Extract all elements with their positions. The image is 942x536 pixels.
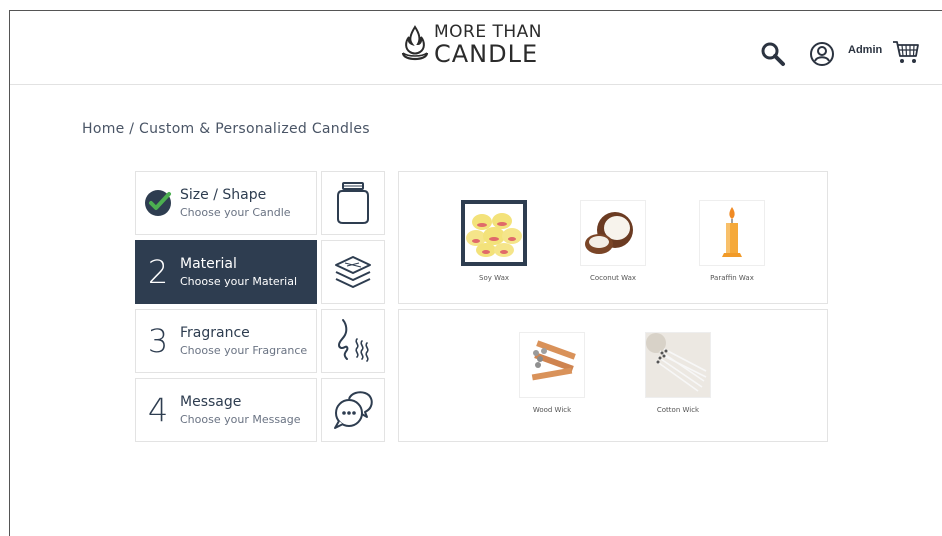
step-subtitle: Choose your Material	[180, 275, 298, 288]
step-icon-box-message[interactable]	[321, 378, 385, 442]
paraffin-candle-image	[722, 207, 742, 257]
step-message[interactable]: 4 Message Choose your Message	[135, 378, 317, 442]
option-label: Cotton Wick	[656, 406, 700, 414]
option-label: Coconut Wax	[589, 274, 637, 282]
layers-icon	[335, 256, 371, 288]
wood-wick-image	[531, 340, 576, 381]
option-thumbnail	[461, 200, 527, 266]
step-size-shape[interactable]: Size / Shape Choose your Candle	[135, 171, 317, 235]
step-number: 2	[147, 253, 169, 291]
jar-icon	[337, 182, 369, 224]
option-label: Soy Wax	[479, 274, 509, 282]
search-icon[interactable]	[760, 41, 786, 67]
step-title: Fragrance	[180, 325, 250, 341]
option-label: Paraffin Wax	[710, 274, 754, 282]
site-header: MORE THAN CANDLE Admin	[10, 11, 942, 85]
cotton-wick-image	[646, 333, 710, 397]
step-number: 3	[147, 322, 169, 360]
step-number: 4	[147, 391, 169, 429]
logo-line-2: CANDLE	[434, 40, 539, 68]
user-icon[interactable]	[809, 41, 835, 67]
option-thumbnail	[699, 200, 765, 266]
step-title: Size / Shape	[180, 187, 267, 203]
app-frame: MORE THAN CANDLE Admin Home / Custom & P…	[9, 10, 942, 536]
option-coconut-wax[interactable]: Coconut Wax	[563, 200, 663, 282]
flame-logo-icon	[401, 25, 429, 61]
option-thumbnail	[580, 200, 646, 266]
step-title: Message	[180, 394, 242, 410]
step-subtitle: Choose your Message	[180, 413, 301, 426]
step-icon-box-material[interactable]	[321, 240, 385, 304]
user-name-label[interactable]: Admin	[848, 44, 882, 56]
check-circle-icon	[145, 190, 171, 216]
option-thumbnail	[519, 332, 585, 398]
option-thumbnail	[645, 332, 711, 398]
coconut-image	[585, 212, 633, 254]
soy-wax-image	[466, 213, 522, 257]
smell-icon	[337, 319, 369, 362]
chat-bubbles-icon	[334, 391, 373, 429]
step-subtitle: Choose your Fragrance	[180, 344, 308, 357]
option-cotton-wick[interactable]: Cotton Wick	[628, 332, 728, 414]
step-title: Material	[180, 256, 237, 272]
step-fragrance[interactable]: 3 Fragrance Choose your Fragrance	[135, 309, 317, 373]
step-icon-box-size[interactable]	[321, 171, 385, 235]
logo-line-1: MORE THAN	[434, 22, 543, 42]
option-soy-wax[interactable]: Soy Wax	[444, 200, 544, 282]
wick-options-panel: Wood Wick Cotton Wick	[398, 309, 828, 442]
step-subtitle: Choose your Candle	[180, 206, 291, 219]
breadcrumb[interactable]: Home / Custom & Personalized Candles	[82, 121, 370, 137]
option-wood-wick[interactable]: Wood Wick	[502, 332, 602, 414]
step-material[interactable]: 2 Material Choose your Material	[135, 240, 317, 304]
wax-options-panel: Soy Wax Coconut Wax Paraffin Wax	[398, 171, 828, 304]
site-logo[interactable]: MORE THAN CANDLE	[400, 23, 542, 67]
step-icon-box-fragrance[interactable]	[321, 309, 385, 373]
option-paraffin-wax[interactable]: Paraffin Wax	[682, 200, 782, 282]
cart-icon[interactable]	[892, 39, 920, 65]
option-label: Wood Wick	[532, 406, 572, 414]
